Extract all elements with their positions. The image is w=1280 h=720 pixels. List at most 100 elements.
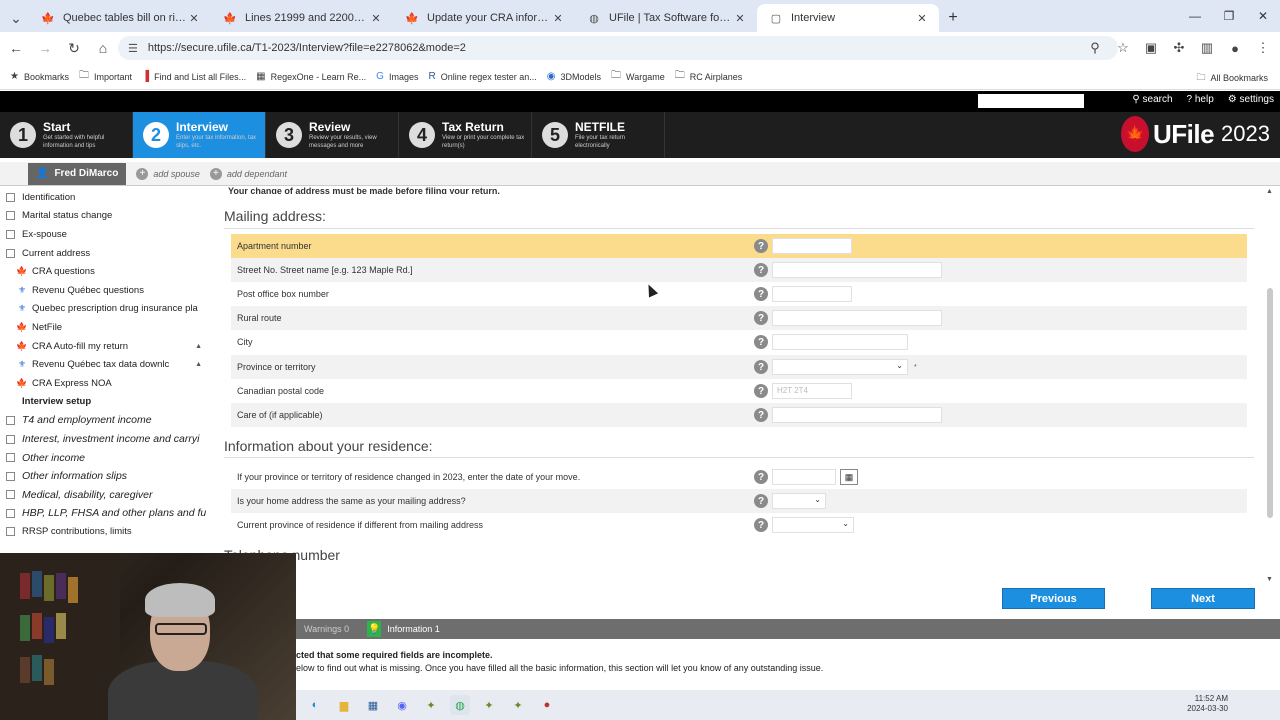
help-link[interactable]: ? help xyxy=(1187,94,1214,105)
sidebar-item[interactable]: ⚜ Revenu Québec tax data downlc ▲ xyxy=(0,355,208,374)
minimize-icon[interactable]: — xyxy=(1178,0,1212,32)
extension-icon[interactable]: ▣ xyxy=(1140,36,1162,60)
browser-tab[interactable]: 🍁 Update your CRA information: Ch✕ xyxy=(393,4,575,32)
puzzle-icon[interactable]: ✣ xyxy=(1168,36,1190,60)
close-tab-icon[interactable]: ✕ xyxy=(369,12,383,25)
all-bookmarks[interactable]: 🗀 All Bookmarks xyxy=(1196,70,1268,86)
sidebar-item[interactable]: Marital status change xyxy=(0,207,208,226)
close-window-icon[interactable]: ✕ xyxy=(1246,0,1280,32)
url-field[interactable]: ☰ https://secure.ufile.ca/T1-2023/Interv… xyxy=(118,36,1118,60)
help-question-icon[interactable]: ? xyxy=(754,494,768,508)
next-button[interactable]: Next xyxy=(1151,588,1255,609)
browser-tab[interactable]: ◍ UFile | Tax Software for Canadians✕ xyxy=(575,4,757,32)
bookmark-item[interactable]: 🗀 Wargame xyxy=(611,68,665,85)
sidebar-item[interactable]: Other income xyxy=(0,448,208,467)
text-input[interactable] xyxy=(772,238,852,254)
province-select[interactable]: ⌄ xyxy=(772,359,908,375)
sidebar-item[interactable]: Ex-spouse xyxy=(0,225,208,244)
dropdown-select[interactable]: ⌄ xyxy=(772,493,826,509)
text-input[interactable] xyxy=(772,407,942,423)
site-search-input[interactable] xyxy=(978,94,1084,108)
close-tab-icon[interactable]: ✕ xyxy=(915,12,929,25)
date-input[interactable] xyxy=(772,469,836,485)
step-tax-return[interactable]: 4 Tax Return View or print your complete t… xyxy=(399,112,532,158)
add-spouse-button[interactable]: + add spouse xyxy=(136,167,200,180)
help-question-icon[interactable]: ? xyxy=(754,408,768,422)
site-search-link[interactable]: ⚲ search xyxy=(1132,94,1172,105)
file-explorer-icon[interactable]: ▆ xyxy=(334,695,354,715)
form-scrollbar[interactable]: ▲ ▼ xyxy=(1266,188,1274,583)
help-question-icon[interactable]: ? xyxy=(754,470,768,484)
scroll-up-icon[interactable]: ▲ xyxy=(1266,188,1273,195)
bookmark-star-icon[interactable]: ☆ xyxy=(1112,36,1134,60)
app-icon[interactable]: ✦ xyxy=(421,695,441,715)
close-tab-icon[interactable]: ✕ xyxy=(551,12,565,25)
sidebar-item[interactable]: ⚜ Quebec prescription drug insurance pla xyxy=(0,300,208,319)
sidebar-item[interactable]: HBP, LLP, FHSA and other plans and fu xyxy=(0,504,208,523)
text-input[interactable] xyxy=(772,262,942,278)
sidebar-item[interactable]: Interview setup xyxy=(0,393,208,412)
expand-arrow-icon[interactable]: ▲ xyxy=(195,361,202,368)
help-question-icon[interactable]: ? xyxy=(754,384,768,398)
sidebar-item[interactable]: Other information slips xyxy=(0,467,208,486)
warnings-tab[interactable]: Warnings 0 xyxy=(304,624,349,634)
bookmark-item[interactable]: G Images xyxy=(376,71,418,82)
sidebar-item[interactable]: ⚜ Revenu Québec questions xyxy=(0,281,208,300)
scroll-down-icon[interactable]: ▼ xyxy=(1266,576,1273,583)
bookmark-item[interactable]: ★ Bookmarks xyxy=(10,71,69,82)
expand-arrow-icon[interactable]: ▲ xyxy=(195,343,202,350)
bookmark-item[interactable]: R Online regex tester an... xyxy=(428,71,536,82)
sidebar-item[interactable]: 🍁 NetFile xyxy=(0,318,208,337)
sidebar-item[interactable]: RRSP contributions, limits xyxy=(0,523,208,542)
zoom-icon[interactable]: ⚲ xyxy=(1084,36,1106,60)
close-tab-icon[interactable]: ✕ xyxy=(187,12,201,25)
sidebar-item[interactable]: Interest, investment income and carryi xyxy=(0,430,208,449)
step-netfile[interactable]: 5 NETFILE File your tax return electronica… xyxy=(532,112,665,158)
chrome-icon[interactable]: ◍ xyxy=(450,695,470,715)
close-tab-icon[interactable]: ✕ xyxy=(733,12,747,25)
user-tab[interactable]: 👤 Fred DiMarco xyxy=(28,162,127,185)
menu-dots-icon[interactable]: ⋮ xyxy=(1252,36,1274,60)
help-question-icon[interactable]: ? xyxy=(754,239,768,253)
text-input[interactable] xyxy=(772,310,942,326)
calendar-icon[interactable]: ▦ xyxy=(840,469,858,485)
scroll-thumb[interactable] xyxy=(1267,288,1273,518)
help-question-icon[interactable]: ? xyxy=(754,360,768,374)
app-icon[interactable]: ● xyxy=(537,695,557,715)
new-tab-plus-icon[interactable]: + xyxy=(939,4,967,32)
forward-arrow-icon[interactable]: → xyxy=(32,35,58,61)
information-tab[interactable]: 💡 Information 1 xyxy=(367,621,440,637)
browser-tab[interactable]: 🍁 Quebec tables bill on rights of un✕ xyxy=(29,4,211,32)
help-question-icon[interactable]: ? xyxy=(754,287,768,301)
sidebar-item[interactable]: 🍁 CRA Auto-fill my return ▲ xyxy=(0,337,208,356)
browser-tab[interactable]: 🍁 Lines 21999 and 22000 - Support✕ xyxy=(211,4,393,32)
profile-icon[interactable]: ● xyxy=(1224,36,1246,60)
help-question-icon[interactable]: ? xyxy=(754,263,768,277)
bookmark-item[interactable]: ◉ 3DModels xyxy=(547,71,601,82)
back-arrow-icon[interactable]: ← xyxy=(3,35,29,61)
bookmark-item[interactable]: 🗀 RC Airplanes xyxy=(675,68,743,85)
sidebar-item[interactable]: Identification xyxy=(0,188,208,207)
bookmark-item[interactable]: ▐ Find and List all Files... xyxy=(142,71,246,82)
sidebar-item[interactable]: Medical, disability, caregiver xyxy=(0,486,208,505)
bookmark-item[interactable]: ▦ RegexOne - Learn Re... xyxy=(256,71,366,82)
edge-icon[interactable]: ◐ xyxy=(305,695,325,715)
step-interview[interactable]: 2 Interview Enter your tax information, ta… xyxy=(133,112,266,158)
bookmark-item[interactable]: 🗀 Important xyxy=(79,68,132,85)
step-start[interactable]: 1 Start Get started with helpful informati… xyxy=(0,112,133,158)
help-question-icon[interactable]: ? xyxy=(754,335,768,349)
site-info-icon[interactable]: ☰ xyxy=(128,42,138,55)
settings-link[interactable]: ⚙ settings xyxy=(1228,94,1274,105)
tab-list-chevron-icon[interactable]: ⌄ xyxy=(3,4,29,32)
add-dependant-button[interactable]: + add dependant xyxy=(209,167,287,180)
text-input[interactable] xyxy=(772,286,852,302)
previous-button[interactable]: Previous xyxy=(1002,588,1105,609)
home-icon[interactable]: ⌂ xyxy=(90,35,116,61)
text-input[interactable] xyxy=(772,334,908,350)
sidebar-item[interactable]: 🍁 CRA Express NOA xyxy=(0,374,208,393)
sidepanel-icon[interactable]: ▥ xyxy=(1196,36,1218,60)
dropdown-select[interactable]: ⌄ xyxy=(772,517,854,533)
restore-icon[interactable]: ❐ xyxy=(1212,0,1246,32)
reload-icon[interactable]: ↻ xyxy=(61,35,87,61)
calculator-icon[interactable]: ▦ xyxy=(363,695,383,715)
